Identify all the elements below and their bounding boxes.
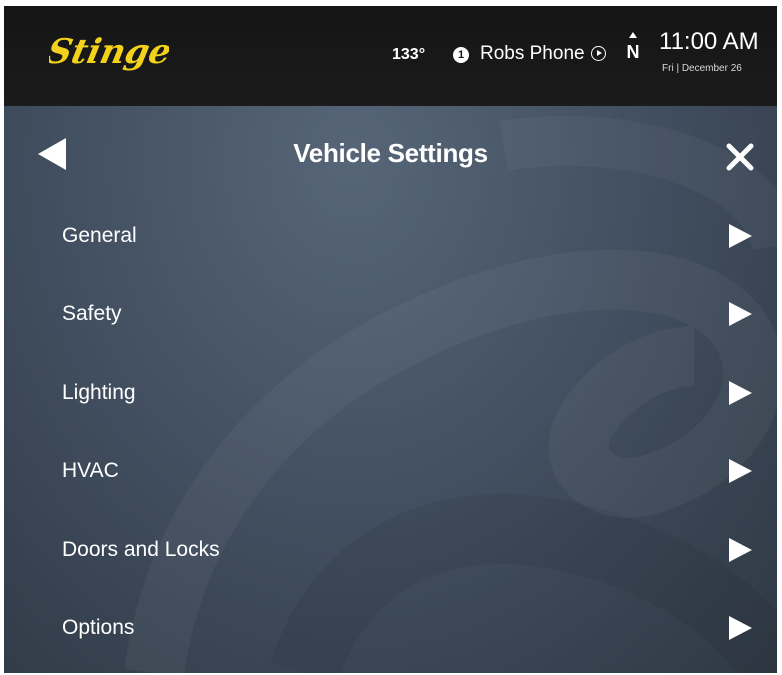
brand-logo-text: Stinger — [49, 32, 169, 72]
chevron-right-icon — [729, 302, 752, 327]
menu-item-safety[interactable]: Safety — [4, 274, 777, 352]
menu-item-label: HVAC — [62, 459, 119, 483]
clock-date: Fri | December 26 — [662, 63, 742, 74]
settings-menu: General Safety Lighting HVAC Doors and L… — [4, 196, 777, 666]
head-unit-screen: Stinger 133° 1 Robs Phone N 11:00 AM Fri… — [4, 6, 777, 673]
chevron-right-icon — [729, 224, 752, 248]
title-bar: Vehicle Settings — [4, 106, 777, 206]
menu-item-options[interactable]: Options — [4, 588, 777, 666]
menu-item-doors-and-locks[interactable]: Doors and Locks — [4, 510, 777, 588]
media-play-icon[interactable] — [591, 46, 606, 61]
temperature-readout: 133° — [392, 46, 426, 63]
close-button[interactable] — [722, 139, 758, 175]
status-bar: Stinger 133° 1 Robs Phone N 11:00 AM Fri… — [4, 6, 777, 106]
menu-item-hvac[interactable]: HVAC — [4, 431, 777, 509]
menu-item-label: General — [62, 224, 137, 247]
menu-item-general[interactable]: General — [4, 196, 777, 274]
page-title: Vehicle Settings — [293, 138, 488, 168]
menu-item-lighting[interactable]: Lighting — [4, 353, 777, 431]
stinger-logo: Stinger — [49, 26, 169, 76]
menu-item-label: Lighting — [62, 380, 136, 404]
compass-heading: N — [626, 42, 640, 62]
phone-slot-badge: 1 — [453, 47, 469, 63]
chevron-right-icon — [729, 380, 752, 405]
chevron-right-icon — [729, 537, 752, 562]
chevron-right-icon — [729, 459, 752, 484]
compass-arrow-icon — [629, 32, 637, 38]
menu-item-label: Doors and Locks — [62, 537, 220, 561]
chevron-right-icon — [729, 615, 752, 640]
clock-time: 11:00 AM — [659, 28, 759, 55]
compass-indicator: N — [624, 32, 642, 68]
close-icon — [726, 143, 754, 171]
menu-item-label: Safety — [62, 302, 122, 326]
menu-item-label: Options — [62, 615, 135, 639]
vehicle-settings-panel: Vehicle Settings General Safety Lighting — [4, 106, 777, 673]
connected-phone-name[interactable]: Robs Phone — [480, 43, 585, 65]
